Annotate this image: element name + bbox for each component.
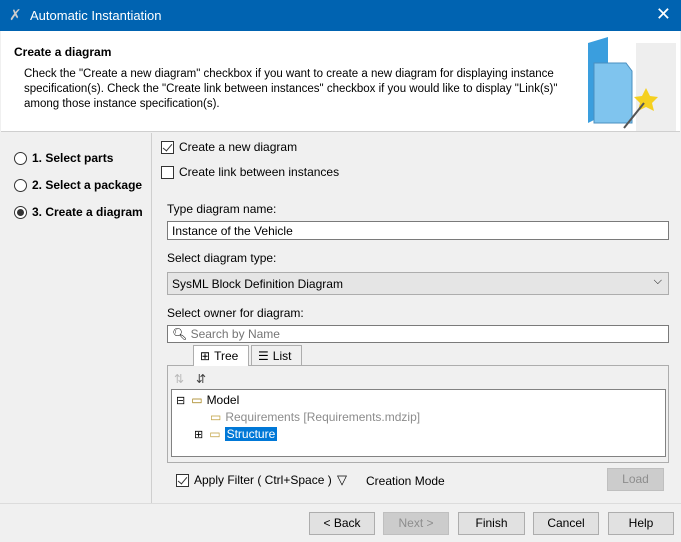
- package-icon: ▭: [210, 410, 222, 424]
- create-diagram-checkbox[interactable]: Create a new diagram: [161, 140, 297, 154]
- steps-panel: 1. Select parts 2. Select a package 3. C…: [0, 133, 152, 503]
- step-create-diagram[interactable]: 3. Create a diagram: [14, 205, 143, 219]
- expand-all-icon[interactable]: ⇅: [174, 372, 184, 386]
- step-select-parts[interactable]: 1. Select parts: [14, 151, 113, 165]
- diagram-name-input[interactable]: Instance of the Vehicle: [167, 221, 669, 240]
- window-title: Automatic Instantiation: [30, 8, 162, 23]
- wizard-folder-icon: [588, 37, 676, 131]
- back-button[interactable]: < Back: [309, 512, 375, 535]
- model-folder-icon: ▭: [191, 393, 203, 407]
- expand-icon[interactable]: ⊞: [194, 428, 203, 441]
- checkbox-label: Apply Filter ( Ctrl+Space ): [194, 473, 332, 487]
- creation-mode-label[interactable]: Creation Mode: [366, 474, 445, 488]
- step-select-package[interactable]: 2. Select a package: [14, 178, 142, 192]
- checkbox-label: Create a new diagram: [179, 140, 298, 154]
- checkbox-icon: [161, 165, 174, 179]
- step-label: 1. Select parts: [32, 151, 114, 165]
- search-icon: 🔍︎: [172, 327, 188, 341]
- diagram-type-select[interactable]: SysML Block Definition Diagram ⌵: [167, 272, 669, 295]
- step-description: Check the "Create a new diagram" checkbo…: [24, 68, 558, 110]
- cancel-button[interactable]: Cancel: [533, 512, 599, 535]
- next-button[interactable]: Next >: [383, 512, 449, 535]
- radio-icon: [14, 151, 27, 165]
- search-input[interactable]: [190, 327, 651, 341]
- tree-node-model[interactable]: ⊟ ▭ Model: [176, 393, 239, 407]
- close-icon[interactable]: ✕: [656, 4, 671, 25]
- app-icon: ✗: [9, 7, 22, 24]
- collapse-icon[interactable]: ⊟: [176, 394, 185, 407]
- radio-icon: [14, 178, 27, 192]
- help-button[interactable]: Help: [608, 512, 674, 535]
- radio-selected-icon: [14, 205, 27, 219]
- step-label: 2. Select a package: [32, 178, 143, 192]
- chevron-down-icon: ⌵: [653, 275, 662, 287]
- name-label: Type diagram name:: [167, 202, 277, 216]
- apply-filter-checkbox[interactable]: Apply Filter ( Ctrl+Space ): [176, 473, 332, 487]
- tree-node-requirements[interactable]: ▭ Requirements [Requirements.mdzip]: [210, 410, 420, 424]
- search-field[interactable]: 🔍︎: [167, 325, 669, 343]
- collapse-all-icon[interactable]: ⇵: [196, 372, 206, 386]
- step-label: 3. Create a diagram: [32, 205, 143, 219]
- filter-icon[interactable]: ▽: [337, 472, 347, 488]
- node-label: Structure: [224, 427, 278, 441]
- list-icon: ☰: [258, 348, 269, 363]
- divider: [0, 503, 681, 504]
- checkbox-checked-icon: [176, 473, 189, 487]
- tree-node-structure[interactable]: ⊞ ▭ Structure: [194, 427, 278, 441]
- node-label: Requirements: [225, 410, 301, 424]
- wizard-header: Create a diagram Check the "Create a new…: [1, 31, 680, 132]
- tab-label: Tree: [214, 349, 239, 363]
- checkbox-checked-icon: [161, 140, 174, 154]
- step-title: Create a diagram: [14, 45, 112, 59]
- finish-button[interactable]: Finish: [458, 512, 525, 535]
- node-label: Model: [206, 393, 240, 407]
- owner-label: Select owner for diagram:: [167, 306, 304, 320]
- node-suffix: [Requirements.mdzip]: [303, 410, 421, 424]
- checkbox-label: Create link between instances: [179, 165, 340, 179]
- selected-value: SysML Block Definition Diagram: [172, 277, 343, 291]
- tab-tree[interactable]: ⊞ Tree: [193, 345, 249, 366]
- tree-view: ⊟ ▭ Model ▭ Requirements [Requirements.mdzi…: [171, 389, 666, 457]
- tab-label: List: [272, 348, 292, 363]
- package-icon: ▭: [209, 427, 221, 441]
- tab-list[interactable]: ☰ List: [251, 345, 302, 365]
- tree-panel: ⇅ ⇵ ⊟ ▭ Model ▭ Requirements [Requirements.…: [167, 365, 669, 463]
- load-button[interactable]: Load: [607, 468, 664, 491]
- create-link-checkbox[interactable]: Create link between instances: [161, 165, 339, 179]
- title-bar: ✗ Automatic Instantiation ✕: [0, 0, 681, 31]
- tree-icon: ⊞: [200, 349, 211, 363]
- type-label: Select diagram type:: [167, 251, 277, 265]
